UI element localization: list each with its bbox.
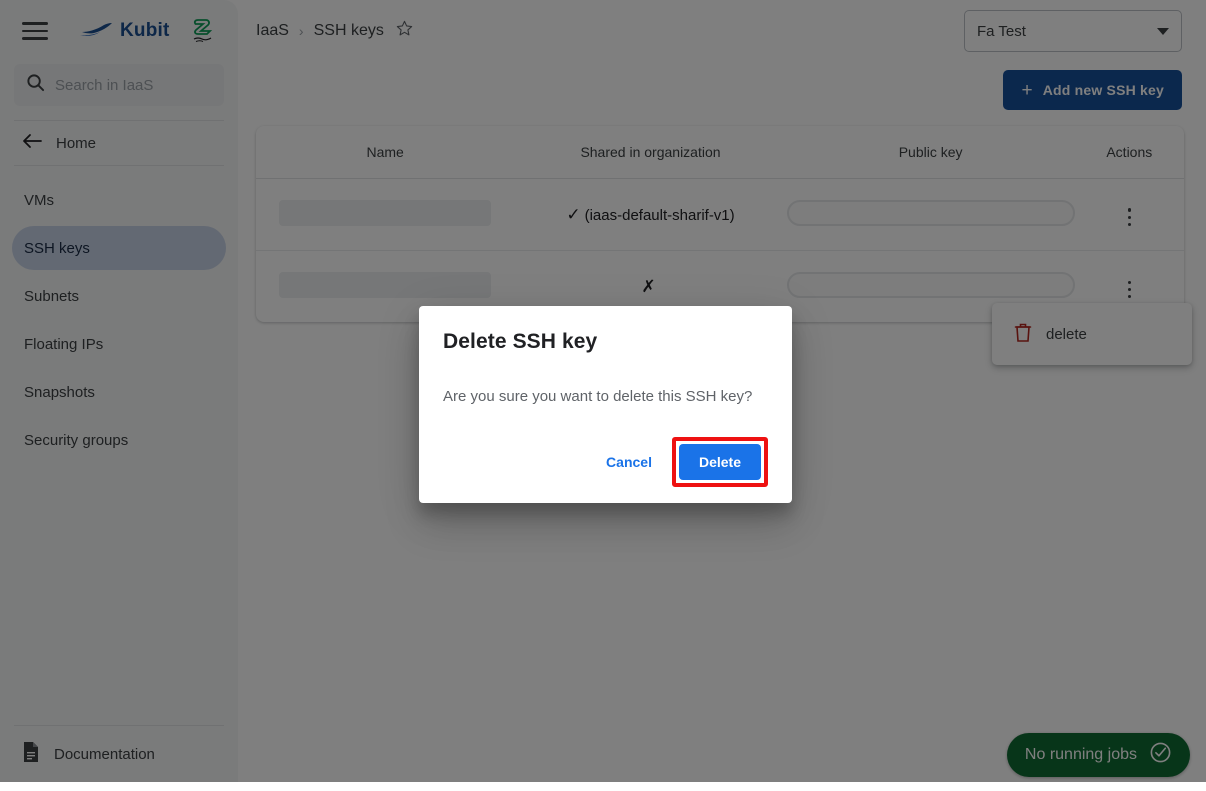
window-bottom-edge bbox=[0, 782, 1206, 791]
confirm-delete-button[interactable]: Delete bbox=[678, 444, 761, 480]
delete-ssh-key-dialog: Delete SSH key Are you sure you want to … bbox=[419, 306, 792, 503]
app-window: Kubit bbox=[0, 0, 1206, 791]
confirm-button-highlight: Delete bbox=[671, 437, 768, 487]
dialog-message: Are you sure you want to delete this SSH… bbox=[443, 388, 753, 405]
dialog-title: Delete SSH key bbox=[443, 330, 598, 353]
dialog-actions: Cancel Delete bbox=[443, 437, 768, 487]
cancel-button[interactable]: Cancel bbox=[592, 444, 666, 480]
